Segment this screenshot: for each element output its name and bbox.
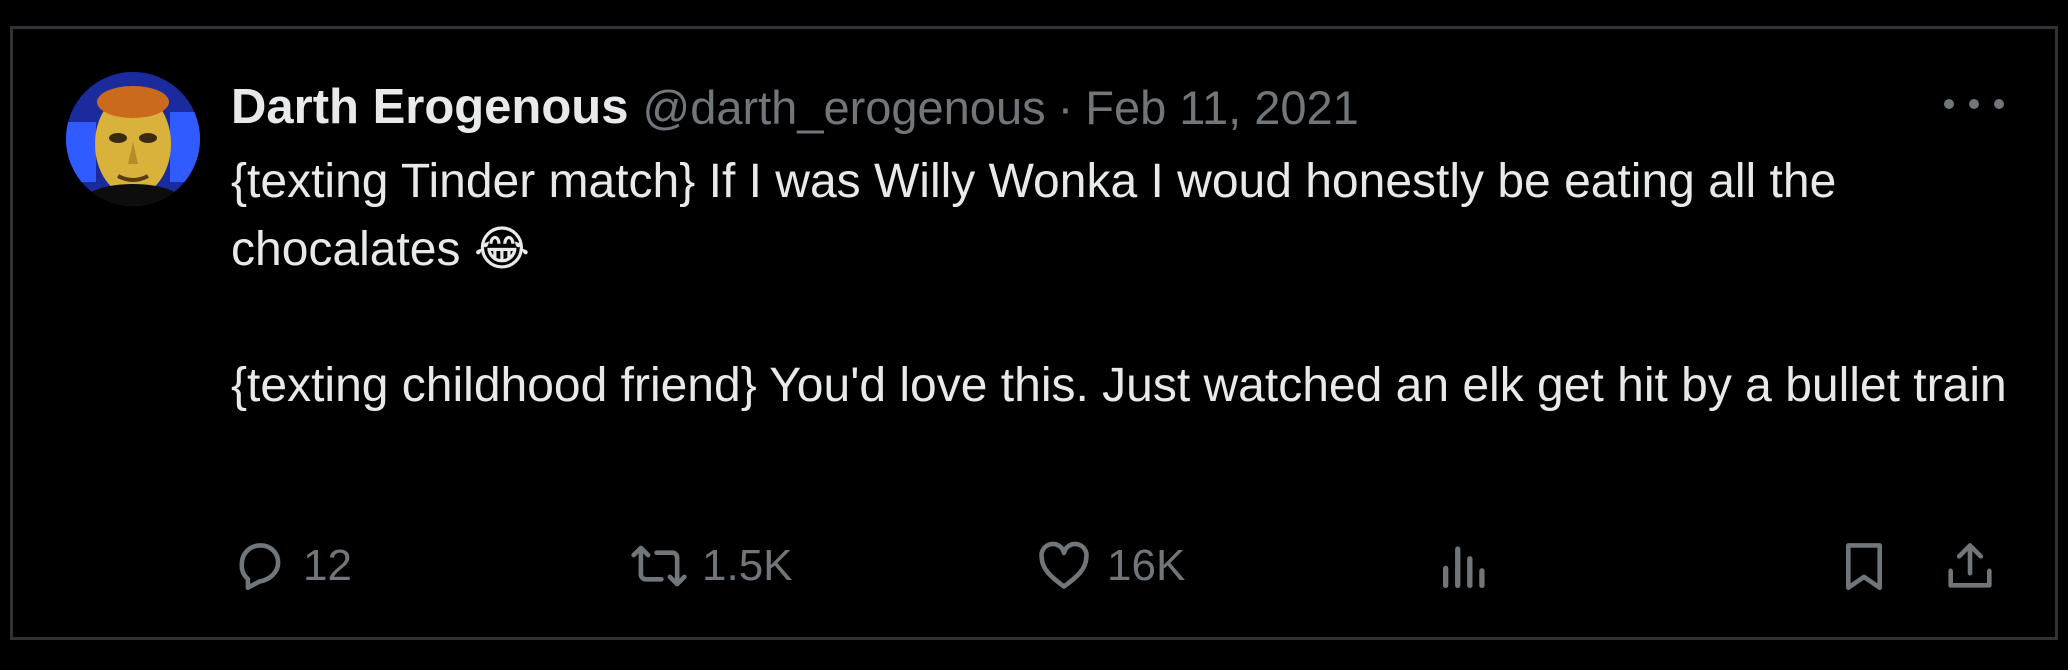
more-dot bbox=[1969, 99, 1979, 109]
like-button[interactable]: 16K bbox=[1035, 534, 1185, 598]
reply-count: 12 bbox=[303, 541, 352, 590]
bookmark-icon bbox=[1845, 543, 1883, 591]
author-handle[interactable]: @darth_erogenous bbox=[642, 80, 1045, 135]
header-separator: · bbox=[1057, 80, 1074, 134]
bookmark-button[interactable] bbox=[1835, 534, 1893, 598]
avatar-image bbox=[66, 72, 200, 206]
reply-icon bbox=[239, 543, 281, 591]
share-button[interactable] bbox=[1941, 534, 1999, 598]
like-count: 16K bbox=[1107, 541, 1186, 590]
retweet-icon bbox=[631, 545, 687, 587]
retweet-count: 1.5K bbox=[702, 541, 793, 590]
tweet-text: {texting Tinder match} If I was Willy Wo… bbox=[231, 155, 2007, 412]
more-dot bbox=[1944, 99, 1954, 109]
retweet-button[interactable]: 1.5K bbox=[630, 534, 793, 598]
more-dot bbox=[1994, 99, 2004, 109]
tweet-header: Darth Erogenous @darth_erogenous · Feb 1… bbox=[231, 74, 1359, 140]
views-icon bbox=[1443, 546, 1485, 588]
tweet-date[interactable]: Feb 11, 2021 bbox=[1085, 80, 1359, 135]
like-icon bbox=[1039, 541, 1089, 589]
author-name[interactable]: Darth Erogenous bbox=[231, 79, 628, 135]
reply-button[interactable]: 12 bbox=[231, 534, 352, 598]
views-button[interactable] bbox=[1436, 534, 1494, 598]
tweet-actions: 12 1.5K 16K bbox=[231, 534, 2021, 598]
more-icon[interactable] bbox=[1944, 86, 2004, 122]
avatar[interactable] bbox=[66, 72, 200, 206]
share-icon bbox=[1948, 543, 1992, 588]
